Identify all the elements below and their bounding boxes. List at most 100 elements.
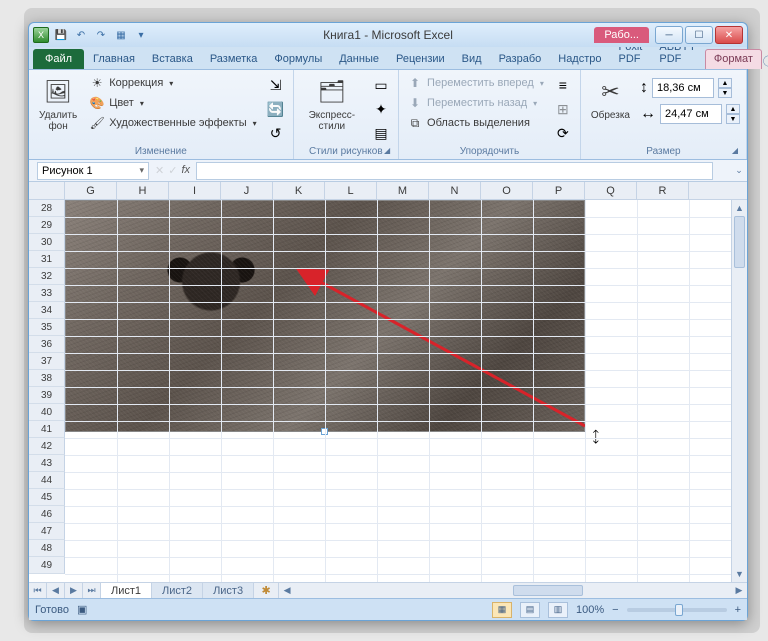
zoom-level[interactable]: 100% — [576, 604, 604, 616]
tab-layout[interactable]: Разметка — [202, 50, 266, 69]
qat-undo-icon[interactable]: ↶ — [73, 27, 89, 43]
row-37[interactable]: 37 — [29, 353, 65, 370]
hscroll-right-icon[interactable]: ▶ — [731, 583, 747, 598]
tab-review[interactable]: Рецензии — [388, 50, 453, 69]
compress-pictures-icon[interactable]: ⇲ — [265, 74, 287, 96]
tab-formulas[interactable]: Формулы — [266, 50, 330, 69]
col-Q[interactable]: Q — [585, 182, 637, 199]
row-34[interactable]: 34 — [29, 302, 65, 319]
zoom-in-icon[interactable]: + — [735, 604, 741, 616]
sheet-tab-1[interactable]: Лист1 — [101, 583, 152, 598]
row-28[interactable]: 28 — [29, 200, 65, 217]
tab-prev-icon[interactable]: ◀ — [47, 583, 65, 598]
col-I[interactable]: I — [169, 182, 221, 199]
col-R[interactable]: R — [637, 182, 689, 199]
change-picture-icon[interactable]: 🔄 — [265, 98, 287, 120]
corrections-button[interactable]: ☀Коррекция▾ — [87, 74, 258, 92]
col-J[interactable]: J — [221, 182, 273, 199]
namebox-dropdown-icon[interactable]: ▾ — [139, 165, 144, 176]
vertical-scrollbar[interactable]: ▲ ▼ — [731, 200, 747, 582]
reset-picture-icon[interactable]: ↺ — [265, 122, 287, 144]
tab-last-icon[interactable]: ⏭ — [83, 583, 101, 598]
sheet-tab-2[interactable]: Лист2 — [152, 583, 203, 598]
picture-effects-icon[interactable]: ✦ — [370, 98, 392, 120]
height-spinner[interactable]: ↕ 18,36 см ▲▼ — [640, 78, 740, 98]
grid-body[interactable]: 2829303132333435363738394041424344454647… — [29, 200, 731, 582]
row-41[interactable]: 41 — [29, 421, 65, 438]
hscroll-left-icon[interactable]: ◀ — [279, 583, 295, 598]
sheet-tab-3[interactable]: Лист3 — [203, 583, 254, 598]
crop-button[interactable]: ✂ Обрезка — [587, 74, 634, 123]
tab-data[interactable]: Данные — [331, 50, 387, 69]
select-all-corner[interactable] — [29, 182, 65, 199]
row-42[interactable]: 42 — [29, 438, 65, 455]
ribbon-minimize-icon[interactable]: ⓘ — [763, 53, 768, 69]
row-39[interactable]: 39 — [29, 387, 65, 404]
row-48[interactable]: 48 — [29, 540, 65, 557]
col-K[interactable]: K — [273, 182, 325, 199]
view-pagebreak-icon[interactable]: ▥ — [548, 602, 568, 618]
tab-addins[interactable]: Надстро — [550, 50, 609, 69]
row-45[interactable]: 45 — [29, 489, 65, 506]
col-H[interactable]: H — [117, 182, 169, 199]
color-button[interactable]: 🎨Цвет▾ — [87, 94, 258, 112]
width-input[interactable]: 24,47 см — [660, 104, 722, 124]
row-33[interactable]: 33 — [29, 285, 65, 302]
row-32[interactable]: 32 — [29, 268, 65, 285]
height-input[interactable]: 18,36 см — [652, 78, 714, 98]
row-46[interactable]: 46 — [29, 506, 65, 523]
name-box[interactable]: Рисунок 1▾ — [37, 162, 149, 180]
fx-icon[interactable]: fx — [181, 164, 190, 177]
width-down-icon[interactable]: ▼ — [726, 114, 740, 124]
tab-developer[interactable]: Разрабо — [491, 50, 550, 69]
cells-area[interactable]: ⤡ — [65, 200, 731, 582]
tab-insert[interactable]: Вставка — [144, 50, 201, 69]
col-G[interactable]: G — [65, 182, 117, 199]
horizontal-scrollbar[interactable]: ◀ ▶ — [278, 583, 747, 598]
col-M[interactable]: M — [377, 182, 429, 199]
row-38[interactable]: 38 — [29, 370, 65, 387]
qat-new-icon[interactable]: ▦ — [113, 27, 129, 43]
zoom-out-icon[interactable]: − — [612, 604, 618, 616]
row-30[interactable]: 30 — [29, 234, 65, 251]
col-P[interactable]: P — [533, 182, 585, 199]
col-L[interactable]: L — [325, 182, 377, 199]
row-40[interactable]: 40 — [29, 404, 65, 421]
tab-format[interactable]: Формат — [705, 49, 762, 69]
formula-expand-icon[interactable]: ⌄ — [731, 165, 747, 176]
close-button[interactable]: ✕ — [715, 26, 743, 44]
row-31[interactable]: 31 — [29, 251, 65, 268]
vscroll-down-icon[interactable]: ▼ — [732, 566, 747, 582]
col-O[interactable]: O — [481, 182, 533, 199]
row-35[interactable]: 35 — [29, 319, 65, 336]
row-49[interactable]: 49 — [29, 557, 65, 574]
selection-pane-button[interactable]: ⧉Область выделения — [405, 114, 546, 132]
view-normal-icon[interactable]: ▦ — [492, 602, 512, 618]
zoom-knob[interactable] — [675, 604, 683, 616]
contextual-tab-label[interactable]: Рабо... — [594, 27, 649, 43]
vscroll-up-icon[interactable]: ▲ — [732, 200, 747, 216]
height-down-icon[interactable]: ▼ — [718, 88, 732, 98]
dialog-launcher-icon[interactable]: ◢ — [382, 146, 392, 156]
formula-input[interactable] — [196, 162, 713, 180]
artistic-effects-button[interactable]: 🖌Художественные эффекты▾ — [87, 114, 258, 132]
tab-first-icon[interactable]: ⏮ — [29, 583, 47, 598]
row-29[interactable]: 29 — [29, 217, 65, 234]
row-44[interactable]: 44 — [29, 472, 65, 489]
height-up-icon[interactable]: ▲ — [718, 78, 732, 88]
tab-view[interactable]: Вид — [454, 50, 490, 69]
vscroll-thumb[interactable] — [734, 216, 745, 268]
view-layout-icon[interactable]: ▤ — [520, 602, 540, 618]
width-up-icon[interactable]: ▲ — [726, 104, 740, 114]
new-sheet-icon[interactable]: ✱ — [254, 583, 278, 598]
macro-record-icon[interactable]: ▣ — [77, 603, 87, 616]
tab-file[interactable]: Файл — [33, 49, 84, 69]
qat-save-icon[interactable]: 💾 — [53, 27, 69, 43]
col-N[interactable]: N — [429, 182, 481, 199]
maximize-button[interactable]: ☐ — [685, 26, 713, 44]
quick-styles-button[interactable]: 🗂 Экспресс-стили — [300, 74, 364, 134]
minimize-button[interactable]: ─ — [655, 26, 683, 44]
picture-border-icon[interactable]: ▭ — [370, 74, 392, 96]
row-43[interactable]: 43 — [29, 455, 65, 472]
align-icon[interactable]: ≡ — [552, 74, 574, 96]
